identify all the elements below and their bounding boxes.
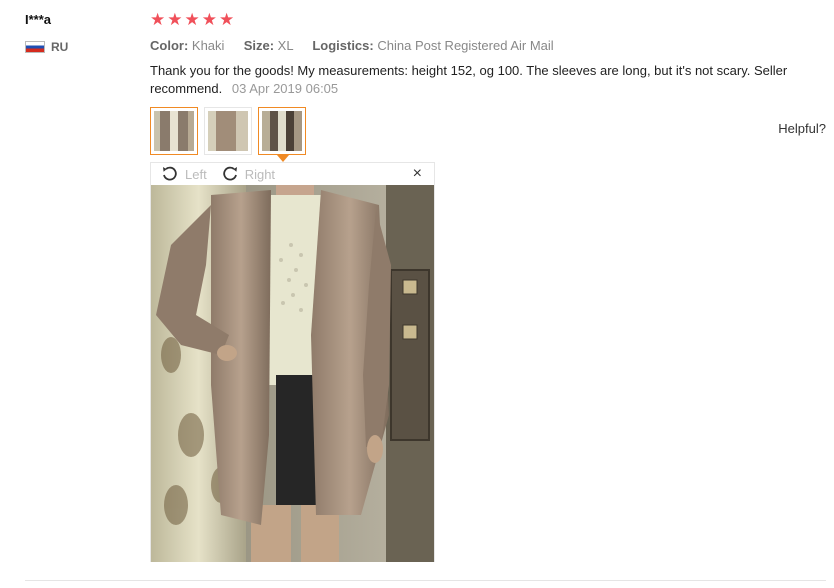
review-body: Thank you for the goods! My measurements… bbox=[150, 62, 822, 98]
review-divider bbox=[25, 580, 826, 581]
review-photo-thumb-3[interactable] bbox=[258, 107, 306, 162]
star-icon: ★ bbox=[150, 10, 166, 29]
star-rating: ★ ★ ★ ★ ★ bbox=[150, 10, 234, 30]
rotate-left-icon bbox=[163, 166, 177, 181]
attr-key-size: Size: bbox=[243, 38, 275, 53]
star-icon: ★ bbox=[201, 10, 217, 29]
selected-indicator-icon bbox=[277, 155, 289, 162]
attr-value-size: XL bbox=[277, 38, 294, 53]
attr-key-color: Color: bbox=[150, 38, 189, 53]
rotate-right-button[interactable]: Right bbox=[221, 165, 275, 183]
star-icon: ★ bbox=[167, 10, 183, 29]
review-photo-thumbnails bbox=[150, 107, 306, 162]
review-date: 03 Apr 2019 06:05 bbox=[231, 81, 339, 96]
photo-viewer: Left Right × bbox=[150, 162, 435, 562]
helpful-link[interactable]: Helpful? bbox=[778, 121, 826, 136]
review-user-name: I***a bbox=[25, 12, 52, 27]
close-icon[interactable]: × bbox=[413, 165, 422, 183]
reviewer-country: RU bbox=[25, 40, 68, 54]
star-icon: ★ bbox=[219, 10, 235, 29]
star-icon: ★ bbox=[184, 10, 200, 29]
rotate-right-icon bbox=[222, 166, 237, 181]
attr-key-logistics: Logistics: bbox=[312, 38, 374, 53]
photo-viewer-toolbar: Left Right × bbox=[151, 163, 434, 185]
country-code: RU bbox=[51, 40, 69, 54]
russia-flag-icon bbox=[25, 41, 45, 53]
attr-value-logistics: China Post Registered Air Mail bbox=[377, 38, 554, 53]
review-photo-thumb-2[interactable] bbox=[204, 107, 252, 155]
attr-value-color: Khaki bbox=[191, 38, 225, 53]
order-attributes: Color: Khaki Size: XL Logistics: China P… bbox=[150, 38, 554, 53]
review-photo-image bbox=[151, 185, 434, 562]
rotate-left-button[interactable]: Left bbox=[161, 165, 207, 183]
rotate-left-label: Left bbox=[185, 166, 207, 182]
rotate-right-label: Right bbox=[244, 166, 276, 182]
review-photo-large bbox=[151, 185, 434, 562]
review-photo-thumb-1[interactable] bbox=[150, 107, 198, 155]
